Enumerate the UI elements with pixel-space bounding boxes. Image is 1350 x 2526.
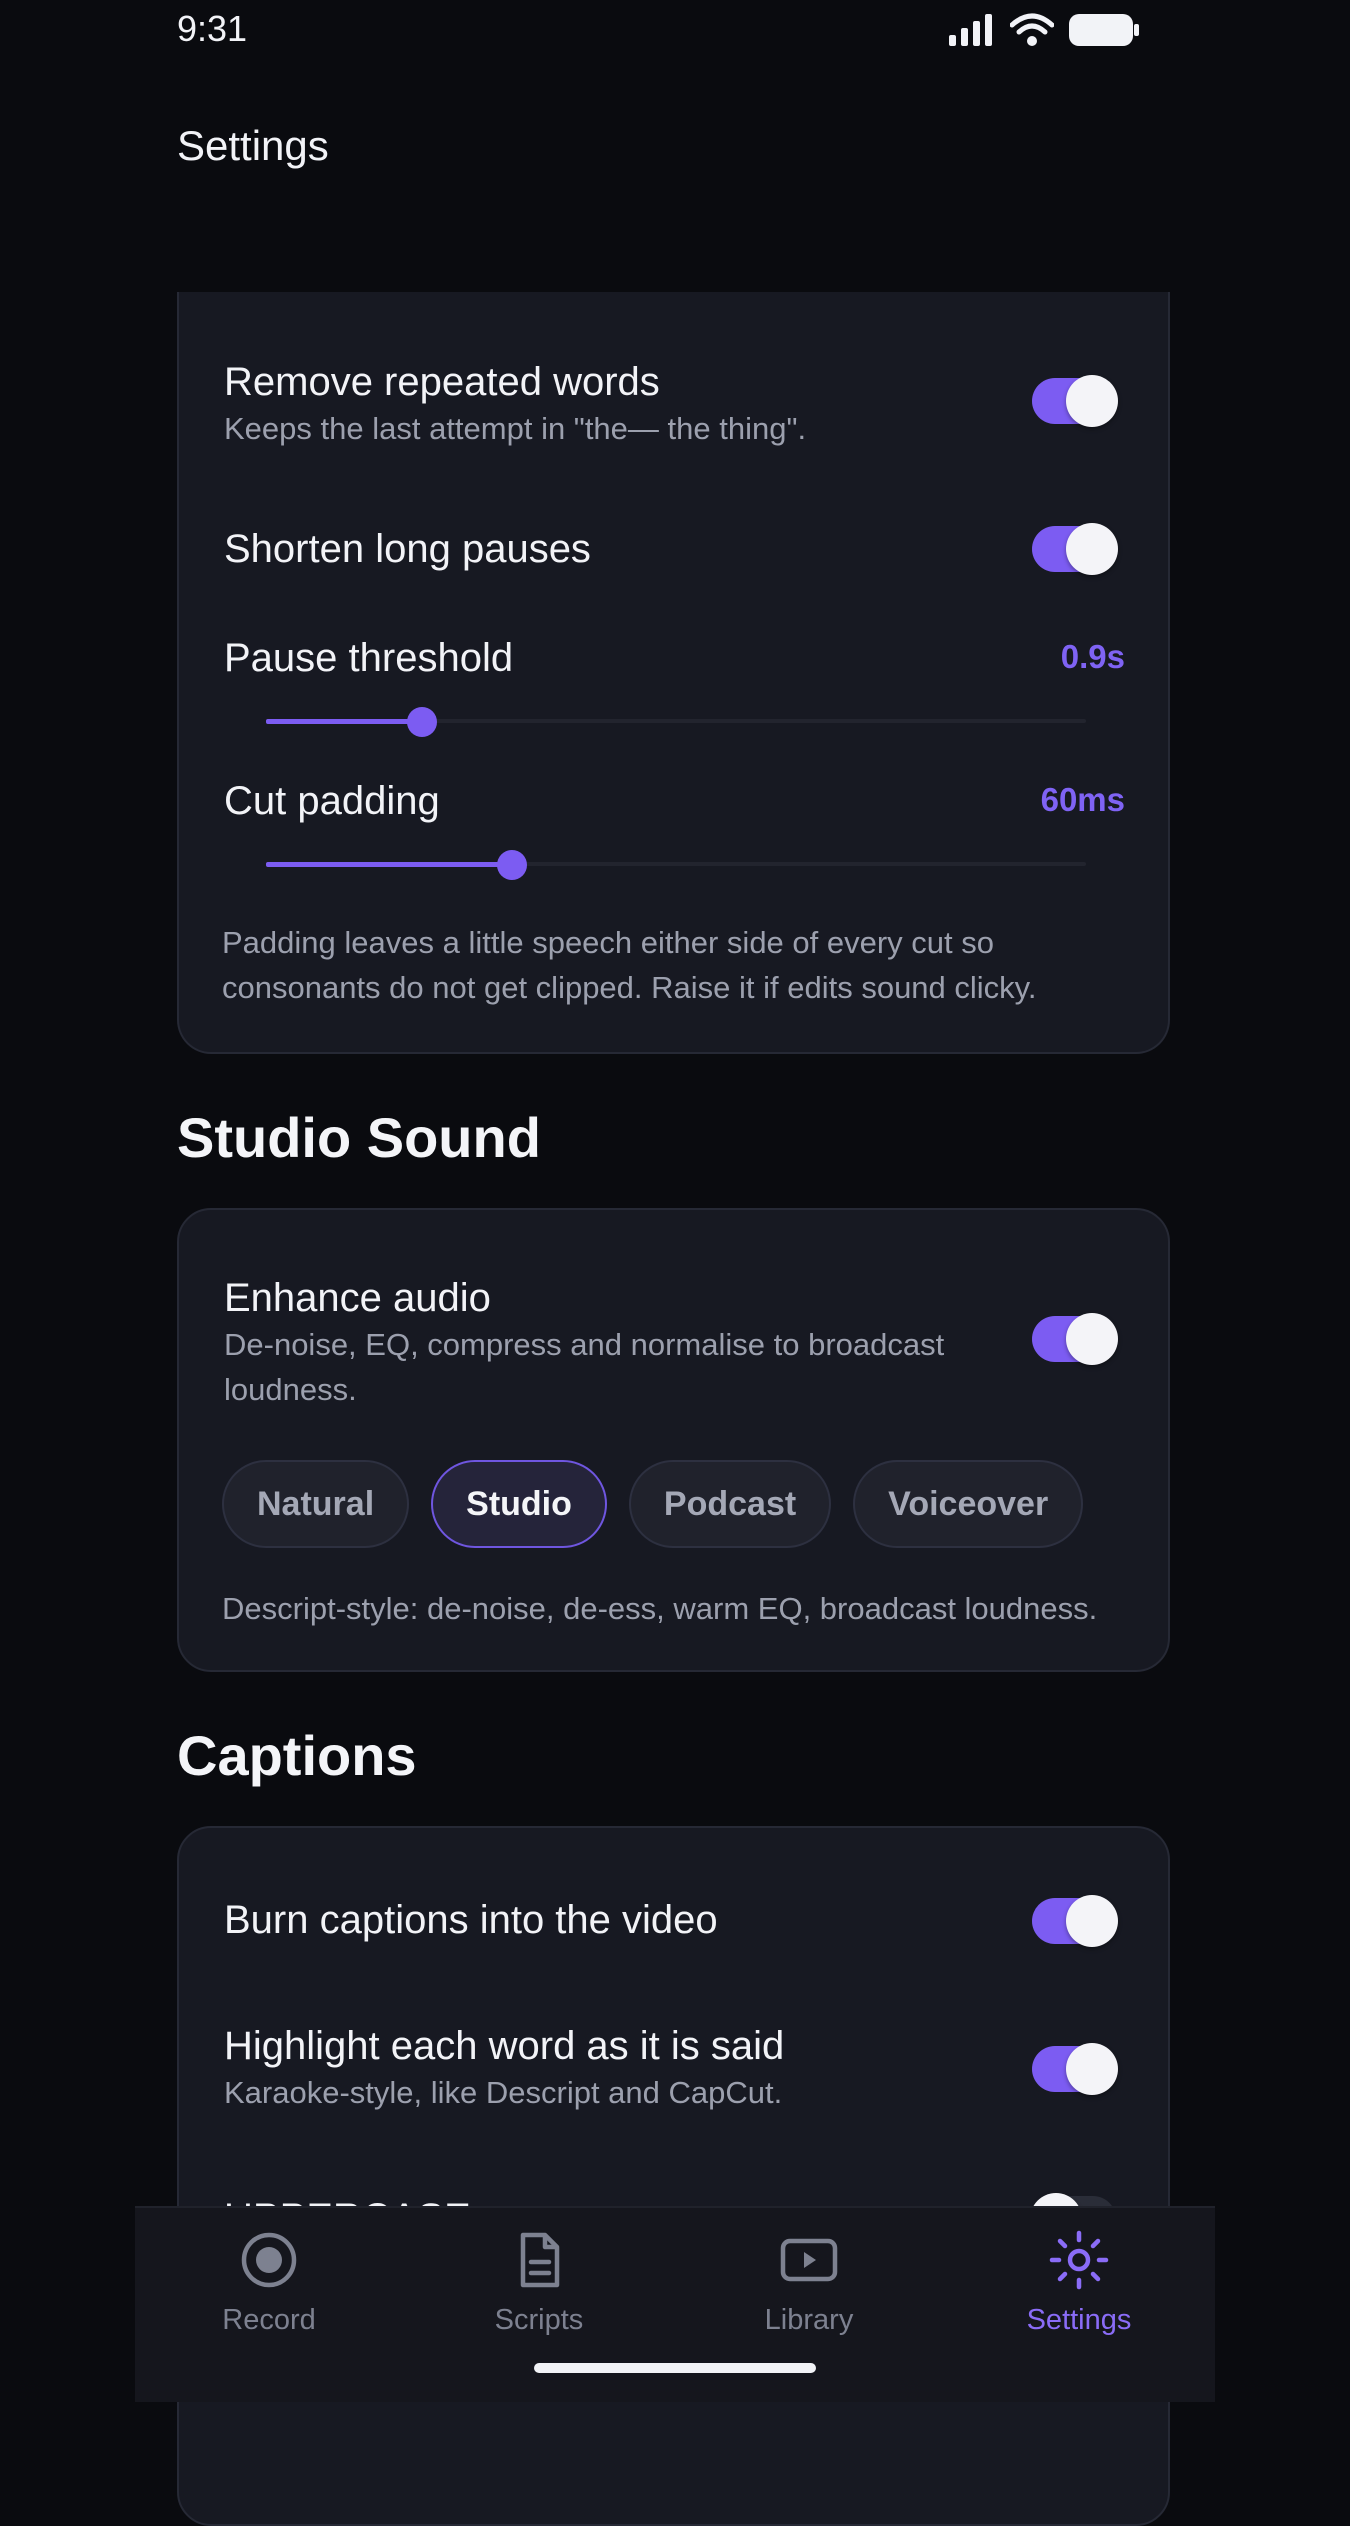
- pause-threshold-label: Pause threshold: [224, 636, 514, 680]
- nav-scripts[interactable]: Scripts: [439, 2230, 639, 2337]
- studio-sound-heading: Studio Sound: [177, 1106, 541, 1169]
- nav-settings-label: Settings: [1026, 2304, 1132, 2336]
- home-indicator: [534, 2363, 816, 2373]
- remove-repeated-subtitle: Keeps the last attempt in "the— the thin…: [224, 411, 807, 446]
- page-title: Settings: [177, 122, 329, 169]
- studio-sound-card: Enhance audio De-noise, EQ, compress and…: [177, 1208, 1170, 1672]
- burn-captions-title: Burn captions into the video: [224, 1898, 718, 1942]
- toggle-knob: [1066, 1895, 1118, 1947]
- slider-fill: [266, 719, 422, 724]
- nav-library[interactable]: Library: [709, 2230, 909, 2337]
- highlight-words-subtitle: Karaoke-style, like Descript and CapCut.: [224, 2075, 783, 2110]
- status-time: 9:31: [177, 8, 248, 49]
- cut-padding-label: Cut padding: [224, 779, 440, 823]
- settings-screen: 9:31 Settings Remove repeated words Keep…: [0, 0, 1350, 2526]
- status-icons: [948, 12, 1140, 48]
- enhance-audio-title: Enhance audio: [224, 1276, 491, 1320]
- nav-scripts-label: Scripts: [494, 2304, 584, 2336]
- toggle-knob: [1066, 375, 1118, 427]
- enhance-audio-toggle[interactable]: [1032, 1313, 1118, 1365]
- toggle-knob: [1066, 1313, 1118, 1365]
- preset-chip-voiceover[interactable]: Voiceover: [853, 1460, 1084, 1548]
- burn-captions-toggle[interactable]: [1032, 1895, 1118, 1947]
- remove-repeated-title: Remove repeated words: [224, 360, 660, 404]
- preset-chip-natural[interactable]: Natural: [222, 1460, 410, 1548]
- captions-card: Burn captions into the video Highlight e…: [177, 1826, 1170, 2526]
- slider-thumb[interactable]: [497, 850, 527, 880]
- preset-chip-studio[interactable]: Studio: [431, 1460, 607, 1548]
- signal-icon: [949, 14, 992, 46]
- nav-settings[interactable]: Settings: [979, 2230, 1179, 2337]
- slider-thumb[interactable]: [406, 707, 437, 737]
- document-icon: [520, 2232, 560, 2288]
- enhance-audio-subtitle: De-noise, EQ, compress and normalise to …: [224, 1327, 945, 1407]
- preset-chip-podcast[interactable]: Podcast: [628, 1460, 832, 1548]
- captions-heading: Captions: [177, 1724, 417, 1787]
- toggle-knob: [1066, 2043, 1118, 2095]
- shorten-pauses-toggle[interactable]: [1032, 523, 1118, 575]
- wifi-icon: [1010, 13, 1054, 46]
- play-icon: [780, 2238, 838, 2282]
- preset-description: Descript-style: de-noise, de-ess, warm E…: [222, 1591, 1098, 1626]
- cut-padding-value: 60ms: [1040, 781, 1125, 818]
- pause-threshold-slider[interactable]: [266, 707, 1086, 737]
- nav-record[interactable]: Record: [169, 2230, 369, 2337]
- toggle-knob: [1066, 523, 1118, 575]
- nav-record-label: Record: [222, 2304, 316, 2336]
- highlight-words-title: Highlight each word as it is said: [224, 2024, 785, 2068]
- preset-chips: Natural Studio Podcast Voiceover: [222, 1460, 1084, 1548]
- remove-repeated-toggle[interactable]: [1032, 375, 1118, 427]
- cut-padding-slider[interactable]: [266, 850, 1086, 880]
- battery-icon: [1069, 14, 1139, 46]
- nav-library-label: Library: [764, 2304, 854, 2336]
- slider-fill: [266, 862, 512, 867]
- shorten-pauses-title: Shorten long pauses: [224, 527, 591, 571]
- cleanup-card: Remove repeated words Keeps the last att…: [177, 292, 1170, 1054]
- record-icon: [241, 2232, 297, 2288]
- padding-note: Padding leaves a little speech either si…: [222, 925, 1037, 1005]
- highlight-words-toggle[interactable]: [1032, 2043, 1118, 2095]
- pause-threshold-value: 0.9s: [1060, 638, 1125, 675]
- gear-icon: [1049, 2230, 1109, 2290]
